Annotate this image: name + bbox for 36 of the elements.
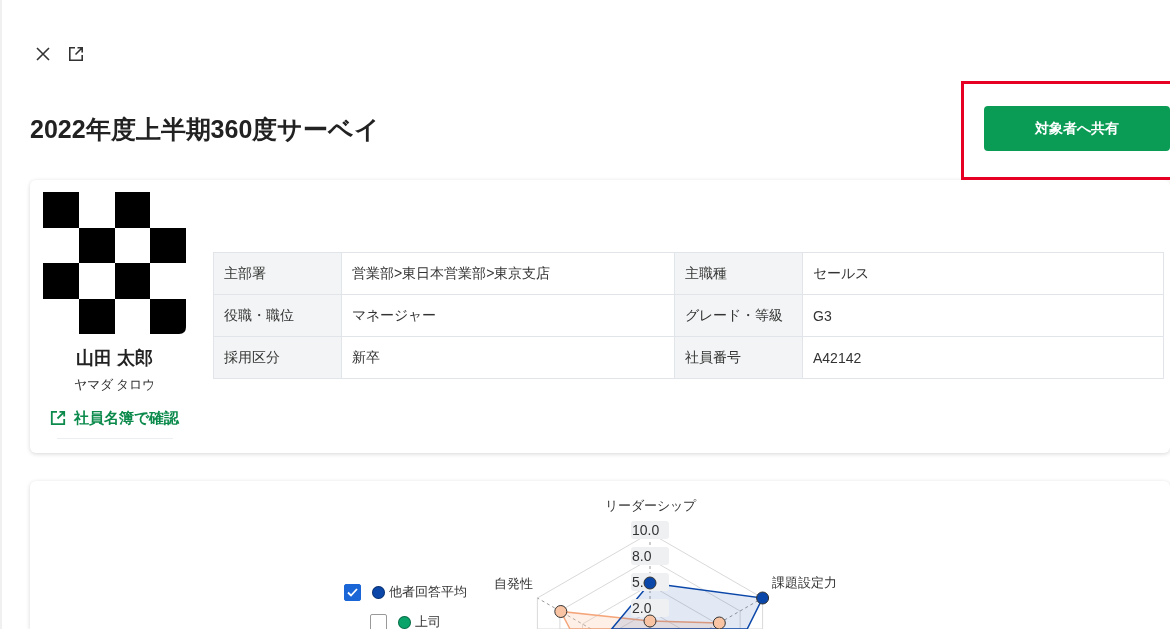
- employee-directory-link[interactable]: 社員名簿で確認: [50, 408, 179, 428]
- axis-tick-label: 8.0: [631, 547, 669, 565]
- checkmark-icon: [346, 587, 358, 597]
- axis-tick-label: 2.0: [631, 599, 669, 617]
- data-point: [554, 605, 568, 618]
- field-value: セールス: [803, 253, 1164, 295]
- person-name: 山田 太郎: [76, 347, 153, 370]
- axis-label: 課題設定力: [772, 575, 837, 590]
- field-label: 主部署: [214, 253, 342, 295]
- axis-tick-label: 10.0: [631, 521, 669, 539]
- axis-label: 自発性: [494, 576, 533, 591]
- field-label: 役職・職位: [214, 295, 342, 337]
- field-label: グレード・等級: [675, 295, 803, 337]
- legend-checkbox[interactable]: [369, 613, 387, 629]
- field-value: G3: [803, 295, 1164, 337]
- axis-label: リーダーシップ: [604, 498, 696, 513]
- legend-label: 他者回答平均: [388, 583, 467, 601]
- page-title: 2022年度上半期360度サーベイ: [30, 113, 381, 145]
- external-link-icon[interactable]: [68, 46, 84, 62]
- data-point: [643, 614, 657, 628]
- field-value: 営業部>東日本営業部>東京支店: [342, 253, 675, 295]
- external-link-icon: [50, 410, 66, 426]
- field-label: 採用区分: [214, 337, 342, 379]
- field-value: マネージャー: [342, 295, 675, 337]
- field-label: 主職種: [675, 253, 803, 295]
- data-point: [643, 576, 657, 590]
- data-point: [712, 616, 726, 629]
- data-point: [756, 591, 770, 605]
- share-button[interactable]: 対象者へ共有: [984, 106, 1170, 151]
- person-name-reading: ヤマダ タロウ: [73, 376, 156, 394]
- field-value: 新卒: [342, 337, 675, 379]
- legend-label: 上司: [414, 613, 441, 629]
- field-label: 社員番号: [675, 337, 803, 379]
- close-icon[interactable]: [36, 47, 50, 61]
- field-value: A42142: [803, 337, 1164, 379]
- legend-checkbox[interactable]: [343, 583, 361, 601]
